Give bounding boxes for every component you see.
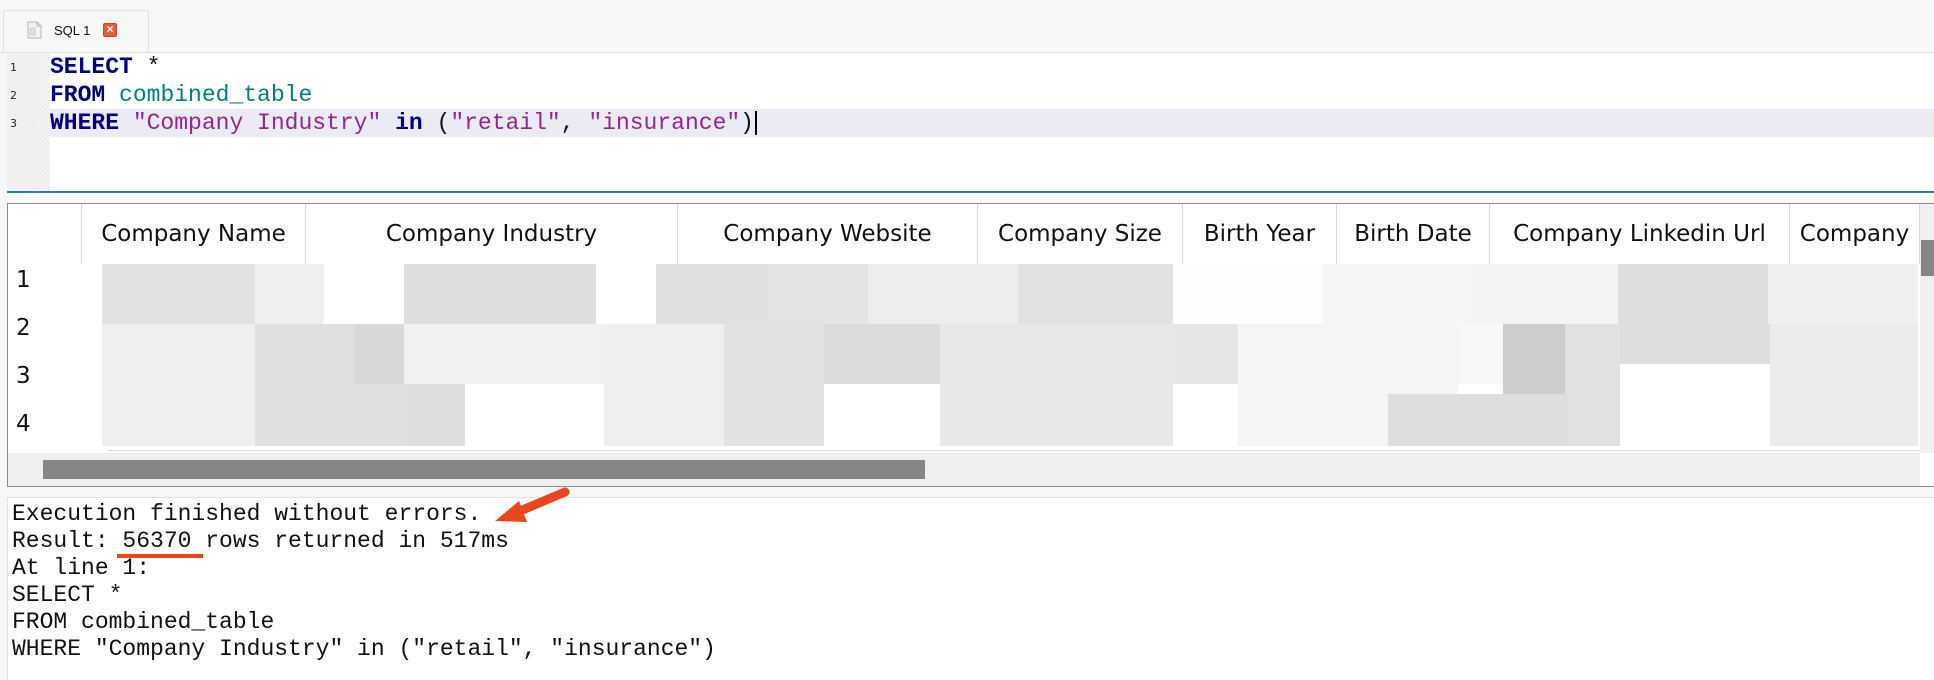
row-number[interactable]: 3 xyxy=(16,363,31,389)
close-icon[interactable]: × xyxy=(103,23,117,37)
column-header[interactable]: Birth Year xyxy=(1183,204,1337,264)
fold-margin xyxy=(37,53,50,191)
redacted-cell xyxy=(404,384,464,446)
redacted-cell xyxy=(868,264,1018,324)
redacted-cell xyxy=(1503,324,1565,394)
row-number[interactable]: 2 xyxy=(16,315,31,341)
redacted-cell xyxy=(724,324,824,446)
sql-keyword: in xyxy=(395,110,423,136)
sql-text: ) xyxy=(740,110,754,136)
row-number[interactable]: 1 xyxy=(16,267,31,293)
redacted-cell xyxy=(355,324,407,384)
redacted-cell xyxy=(824,324,940,384)
tab-label: SQL 1 xyxy=(54,23,91,38)
column-header[interactable]: Company Industry xyxy=(306,204,678,264)
column-header[interactable]: Company Linkedin Url xyxy=(1490,204,1790,264)
column-header[interactable]: Company xyxy=(1790,204,1920,264)
redacted-cell xyxy=(1468,264,1618,324)
redacted-cell xyxy=(1565,324,1620,446)
row-number[interactable]: 4 xyxy=(16,411,31,437)
sql-text: , xyxy=(560,110,589,136)
sql-text: ( xyxy=(422,110,451,136)
grid-divider xyxy=(108,450,1920,451)
tab-bar: SQL 1 × xyxy=(0,0,1934,53)
redacted-cell xyxy=(255,264,324,324)
redacted-cell xyxy=(1770,324,1918,446)
sql-string: "retail" xyxy=(450,110,561,136)
line-number: 3 xyxy=(10,117,17,130)
sql-keyword: FROM xyxy=(50,82,106,108)
log-line-result: Result: 56370 rows returned in 517ms xyxy=(12,528,509,554)
sql-table-name: combined_table xyxy=(119,82,313,108)
redacted-cell xyxy=(596,264,656,324)
redacted-cell xyxy=(324,264,404,324)
sql-keyword: WHERE xyxy=(50,110,120,136)
redacted-cell xyxy=(1018,264,1173,324)
sql-string: "insurance" xyxy=(588,110,741,136)
code-line[interactable]: WHERE "Company Industry" in ("retail", "… xyxy=(50,109,1934,137)
log-line-status: Execution finished without errors. xyxy=(12,501,482,527)
redacted-cell xyxy=(768,264,868,324)
log-line-sql: SELECT * xyxy=(12,582,123,608)
redacted-cell xyxy=(1618,264,1768,324)
document-icon xyxy=(27,21,42,39)
redacted-cell xyxy=(404,264,596,324)
column-header[interactable]: Birth Date xyxy=(1337,204,1490,264)
redacted-cell xyxy=(102,264,255,324)
row-number-header xyxy=(8,204,82,264)
log-line-position: At line 1: xyxy=(12,555,151,581)
redacted-cell xyxy=(102,324,255,446)
column-header[interactable]: Company Name xyxy=(82,204,306,264)
sql-string: "Company Industry" xyxy=(132,110,382,136)
tab-sql-1[interactable]: SQL 1 × xyxy=(3,10,149,52)
column-header[interactable]: Company Website xyxy=(678,204,978,264)
redacted-cell xyxy=(1173,264,1323,324)
execution-log: Execution finished without errors. Resul… xyxy=(7,487,1934,680)
row-count-underline-annotation xyxy=(117,554,203,558)
sql-text: * xyxy=(132,54,161,80)
log-line-sql: FROM combined_table xyxy=(12,609,275,635)
redacted-cell xyxy=(1388,394,1568,446)
text-caret xyxy=(754,110,757,135)
redacted-cell xyxy=(604,324,724,446)
results-grid[interactable]: Company Name Company Industry Company Webs… xyxy=(7,203,1934,487)
code-line[interactable]: SELECT * xyxy=(50,53,160,81)
redacted-cell xyxy=(1173,324,1238,384)
sql-editor[interactable]: 1 2 3 SELECT * FROM combined_table WHERE "… xyxy=(7,53,1934,193)
log-line-sql: WHERE "Company Industry" in ("retail", "… xyxy=(12,636,716,662)
vertical-scrollbar-thumb[interactable] xyxy=(1921,240,1934,276)
redacted-cell xyxy=(1323,264,1468,324)
redacted-cell xyxy=(404,324,604,384)
horizontal-scrollbar-thumb[interactable] xyxy=(43,460,925,479)
sql-keyword: SELECT xyxy=(50,54,133,80)
arrow-annotation-icon xyxy=(495,487,570,522)
redacted-cell xyxy=(656,264,768,324)
code-line[interactable]: FROM combined_table xyxy=(50,81,312,109)
redacted-cell xyxy=(1768,264,1918,324)
redacted-cell xyxy=(940,324,1173,446)
column-header[interactable]: Company Size xyxy=(978,204,1183,264)
line-number: 1 xyxy=(10,61,17,74)
line-number: 2 xyxy=(10,89,17,102)
line-number-gutter: 1 2 3 xyxy=(7,53,37,191)
redacted-cell xyxy=(1620,324,1770,364)
